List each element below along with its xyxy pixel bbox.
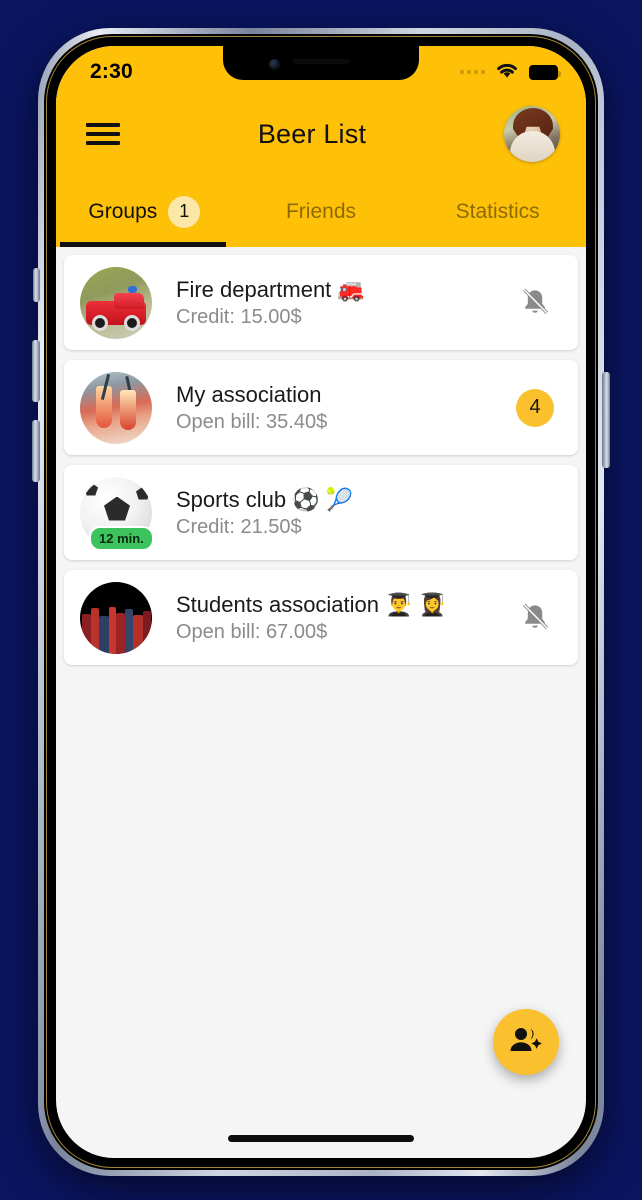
group-trailing	[492, 286, 578, 320]
books-learning-photo	[80, 581, 152, 654]
power-button[interactable]	[602, 372, 610, 468]
group-title: My association	[176, 381, 322, 407]
group-thumbnail	[80, 371, 152, 444]
group-thumbnail	[80, 266, 152, 339]
drinks-cheers-photo	[80, 371, 152, 444]
group-subtitle: Open bill: 67.00$	[176, 621, 328, 644]
tab-friends[interactable]: Friends	[233, 176, 410, 247]
tab-groups-label: Groups	[88, 199, 158, 223]
bell-off-icon[interactable]	[519, 601, 551, 635]
volume-up-button[interactable]	[32, 340, 40, 402]
home-indicator[interactable]	[228, 1135, 414, 1142]
group-text: Students association 👨‍🎓 👩‍🎓 Open bill: …	[152, 591, 492, 645]
tab-statistics-label: Statistics	[455, 199, 540, 223]
add-group-button[interactable]	[493, 1009, 559, 1075]
group-title: Students association 👨‍🎓 👩‍🎓	[176, 591, 447, 617]
tab-groups[interactable]: Groups 1	[56, 176, 233, 247]
person-add-icon	[509, 1025, 543, 1060]
phone-screen: 2:30 Beer List Groups 1 Friends Statisti…	[56, 46, 586, 1158]
app-bar-title-row: Beer List	[56, 92, 586, 176]
silent-switch-button[interactable]	[33, 268, 40, 302]
notification-count-badge[interactable]: 4	[516, 388, 554, 427]
bell-off-icon[interactable]	[519, 286, 551, 320]
list-item[interactable]: Fire department 🚒 Credit: 15.00$	[64, 255, 578, 350]
group-thumbnail	[80, 581, 152, 654]
list-item[interactable]: My association Open bill: 35.40$ 4	[64, 360, 578, 455]
fire-truck-photo	[80, 266, 152, 339]
front-camera-icon	[269, 59, 280, 70]
tab-groups-badge: 1	[168, 195, 201, 228]
page-title: Beer List	[257, 118, 367, 149]
volume-down-button[interactable]	[32, 420, 40, 482]
group-subtitle: Open bill: 35.40$	[176, 411, 328, 434]
screenshot-stage: 2:30 Beer List Groups 1 Friends Statisti…	[0, 0, 642, 1200]
group-text: Fire department 🚒 Credit: 15.00$	[152, 276, 492, 330]
avatar[interactable]	[503, 106, 560, 162]
group-list: Fire department 🚒 Credit: 15.00$ My asso…	[56, 247, 586, 665]
status-bar-indicators	[460, 60, 561, 84]
hamburger-menu-icon[interactable]	[86, 123, 120, 145]
signal-dots-icon	[460, 70, 485, 74]
battery-full-icon	[529, 64, 561, 80]
group-subtitle: Credit: 15.00$	[176, 306, 302, 329]
tab-active-indicator	[60, 242, 226, 247]
group-title: Fire department 🚒	[176, 276, 365, 302]
tab-friends-label: Friends	[285, 199, 357, 223]
group-thumbnail: 12 min.	[80, 476, 154, 551]
status-badge: 12 min.	[89, 525, 154, 551]
group-trailing: 4	[492, 388, 578, 427]
group-subtitle: Credit: 21.50$	[176, 516, 302, 539]
group-text: Sports club ⚽ 🎾 Credit: 21.50$	[152, 486, 492, 540]
earpiece-speaker	[292, 59, 350, 64]
tab-statistics[interactable]: Statistics	[409, 176, 586, 247]
group-trailing	[492, 601, 578, 635]
tab-bar: Groups 1 Friends Statistics	[56, 176, 586, 247]
group-text: My association Open bill: 35.40$	[152, 381, 492, 435]
device-notch	[223, 46, 419, 80]
avatar-hair	[512, 108, 553, 143]
list-item[interactable]: Students association 👨‍🎓 👩‍🎓 Open bill: …	[64, 570, 578, 665]
wifi-icon	[494, 60, 520, 84]
status-bar-clock: 2:30	[90, 60, 133, 83]
group-title: Sports club ⚽ 🎾	[176, 486, 354, 512]
list-item[interactable]: 12 min. Sports club ⚽ 🎾 Credit: 21.50$	[64, 465, 578, 560]
